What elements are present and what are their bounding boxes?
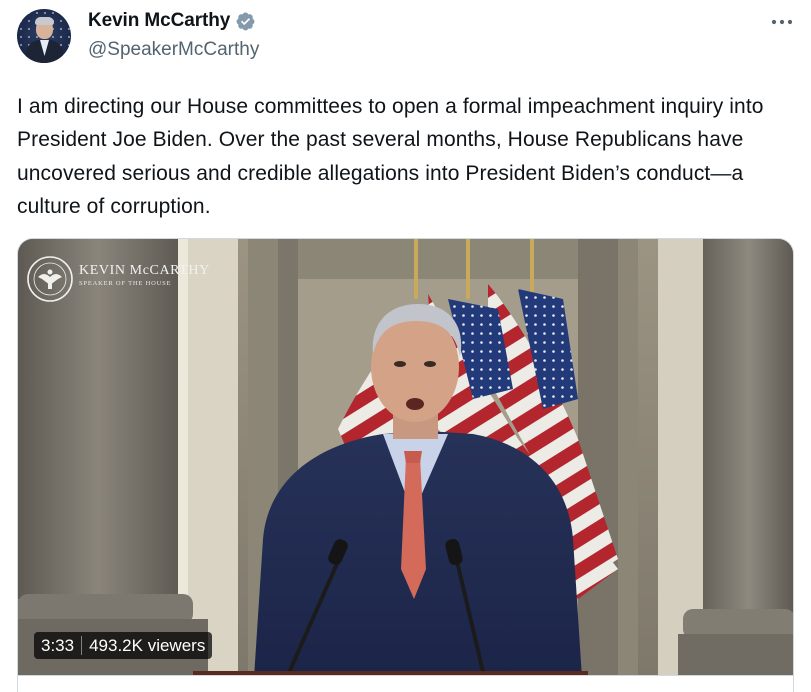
author-display-name[interactable]: Kevin McCarthy — [88, 10, 230, 32]
video-views: 493.2K viewers — [89, 635, 206, 655]
badge-divider — [81, 636, 83, 655]
author-name-row[interactable]: Kevin McCarthy — [88, 10, 256, 32]
verified-badge-icon[interactable] — [235, 11, 256, 32]
avatar[interactable] — [17, 9, 71, 63]
more-options-icon[interactable] — [767, 10, 797, 34]
watermark-name: KEVIN McCARTHY — [79, 263, 210, 278]
media-card-footer — [18, 675, 793, 692]
tweet-text: I am directing our House committees to o… — [17, 95, 764, 218]
video-duration: 3:33 — [41, 635, 75, 655]
watermark-title: SPEAKER OF THE HOUSE — [79, 280, 172, 287]
video-player[interactable]: KEVIN McCARTHY SPEAKER OF THE HOUSE 3:33… — [17, 238, 794, 692]
author-handle[interactable]: @SpeakerMcCarthy — [88, 39, 259, 61]
video-stats-badge: 3:33 493.2K viewers — [34, 632, 213, 659]
video-frame — [18, 239, 793, 692]
speaker-seal-logo — [27, 256, 73, 302]
tweet-card: Kevin McCarthy @SpeakerMcCarthy I am dir… — [0, 0, 811, 692]
